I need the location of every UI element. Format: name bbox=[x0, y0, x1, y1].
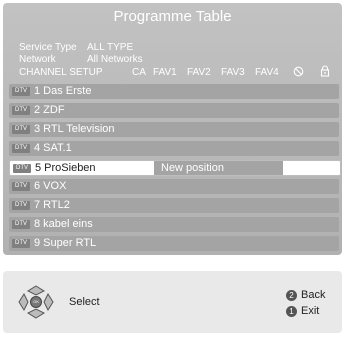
channel-row[interactable]: DTV 1 Das Erste bbox=[9, 84, 339, 99]
exit-label: Exit bbox=[301, 305, 320, 317]
channel-label: 2 ZDF bbox=[34, 104, 65, 116]
channel-row-selected[interactable]: DTV 5 ProSieben New position bbox=[9, 160, 341, 176]
channel-row[interactable]: DTV 6 VOX bbox=[9, 179, 339, 194]
service-type-row[interactable]: Service Type ALL TYPE bbox=[3, 43, 342, 53]
channel-row[interactable]: DTV 2 ZDF bbox=[9, 103, 339, 118]
network-value: All Networks bbox=[87, 54, 143, 65]
channel-label: 7 RTL2 bbox=[34, 199, 70, 211]
dtv-badge: DTV bbox=[13, 164, 31, 173]
channel-label: 5 ProSieben bbox=[35, 162, 96, 174]
dtv-badge: DTV bbox=[12, 106, 30, 115]
channel-setup-header: CHANNEL SETUP CA FAV1 FAV2 FAV3 FAV4 bbox=[3, 65, 342, 80]
channel-label: 9 Super RTL bbox=[34, 237, 97, 249]
column-fav4: FAV4 bbox=[255, 67, 279, 78]
new-position-field[interactable]: New position bbox=[154, 161, 283, 175]
back-key-icon: 2 bbox=[286, 290, 297, 301]
exit-key-icon: 1 bbox=[286, 306, 297, 317]
network-label: Network bbox=[19, 54, 56, 65]
programme-table-screen: Programme Table Service Type ALL TYPE Ne… bbox=[0, 0, 345, 338]
dtv-badge: DTV bbox=[12, 239, 30, 248]
channel-label: 4 SAT.1 bbox=[34, 142, 72, 154]
channel-label: 3 RTL Television bbox=[34, 123, 115, 135]
programme-table-panel: Programme Table Service Type ALL TYPE Ne… bbox=[3, 3, 342, 255]
dtv-badge: DTV bbox=[12, 220, 30, 229]
navigation-pad-icon bbox=[16, 284, 56, 325]
channel-row[interactable]: DTV 8 kabel eins bbox=[9, 217, 339, 232]
channel-row[interactable]: DTV 3 RTL Television bbox=[9, 122, 339, 137]
network-row[interactable]: Network All Networks bbox=[3, 55, 342, 65]
column-ca: CA bbox=[132, 67, 146, 78]
channel-row[interactable]: DTV 4 SAT.1 bbox=[9, 141, 339, 156]
lock-icon bbox=[320, 65, 330, 80]
channel-setup-label: CHANNEL SETUP bbox=[19, 67, 103, 78]
select-label: Select bbox=[69, 296, 100, 308]
dtv-badge: DTV bbox=[12, 87, 30, 96]
dtv-badge: DTV bbox=[12, 201, 30, 210]
channel-row[interactable]: DTV 7 RTL2 bbox=[9, 198, 339, 213]
dtv-badge: DTV bbox=[12, 125, 30, 134]
column-fav2: FAV2 bbox=[187, 67, 211, 78]
column-fav1: FAV1 bbox=[153, 67, 177, 78]
back-label: Back bbox=[301, 289, 326, 301]
key-help-footer: OK Select 2 Back 1 Exit bbox=[3, 271, 342, 333]
skip-icon bbox=[293, 66, 304, 80]
channel-label: 8 kabel eins bbox=[34, 218, 93, 230]
ok-key-label: OK bbox=[33, 299, 39, 304]
service-type-label: Service Type bbox=[19, 42, 77, 53]
channel-row[interactable]: DTV 9 Super RTL bbox=[9, 236, 339, 251]
column-fav3: FAV3 bbox=[221, 67, 245, 78]
service-type-value: ALL TYPE bbox=[87, 42, 134, 53]
page-title: Programme Table bbox=[113, 8, 232, 25]
dtv-badge: DTV bbox=[12, 144, 30, 153]
channel-label: 1 Das Erste bbox=[34, 85, 92, 97]
dtv-badge: DTV bbox=[12, 182, 30, 191]
channel-label: 6 VOX bbox=[34, 180, 67, 192]
